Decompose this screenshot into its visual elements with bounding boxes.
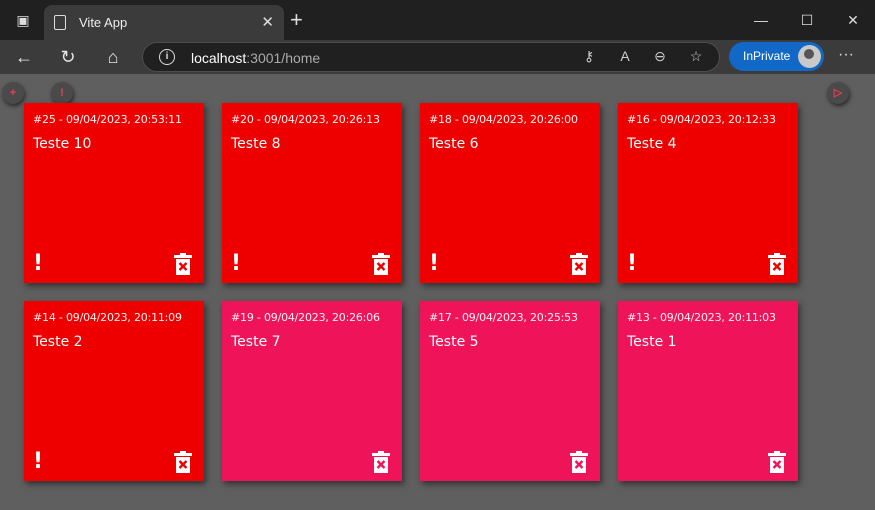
delete-note-icon[interactable] — [768, 253, 786, 275]
close-tab-icon[interactable]: ✕ — [261, 13, 274, 31]
back-icon[interactable]: ← — [10, 44, 38, 70]
url-text[interactable]: localhost:3001/home — [191, 50, 320, 66]
note-card[interactable]: #16 - 09/04/2023, 20:12:33 Teste 4! — [618, 103, 798, 283]
delete-note-icon[interactable] — [174, 451, 192, 473]
note-card[interactable]: #17 - 09/04/2023, 20:25:53 Teste 5 — [420, 301, 600, 481]
delete-note-icon[interactable] — [570, 253, 588, 275]
address-bar[interactable]: i localhost:3001/home ⚷ A ⊖ ☆ — [142, 42, 720, 72]
note-meta: #14 - 09/04/2023, 20:11:09 — [33, 311, 182, 324]
site-info-icon[interactable]: i — [159, 49, 175, 65]
home-icon[interactable]: ⌂ — [99, 44, 127, 70]
note-card[interactable]: #19 - 09/04/2023, 20:26:06 Teste 7 — [222, 301, 402, 481]
priority-icon[interactable]: ! — [231, 253, 241, 275]
maximize-button[interactable]: ☐ — [784, 0, 830, 40]
minimize-button[interactable]: — — [738, 0, 784, 40]
note-card[interactable]: #13 - 09/04/2023, 20:11:03 Teste 1 — [618, 301, 798, 481]
browser-tab-strip: ▣ Vite App ✕ + — ☐ ✕ — [0, 0, 875, 40]
browser-tab[interactable]: Vite App ✕ — [44, 5, 284, 40]
priority-filter-button[interactable]: ! — [51, 82, 73, 104]
note-meta: #17 - 09/04/2023, 20:25:53 — [429, 311, 578, 324]
note-card[interactable]: #25 - 09/04/2023, 20:53:11 Teste 10! — [24, 103, 204, 283]
note-title: Teste 1 — [627, 334, 677, 350]
priority-icon[interactable]: ! — [429, 253, 439, 275]
note-card[interactable]: #18 - 09/04/2023, 20:26:00 Teste 6! — [420, 103, 600, 283]
delete-note-icon[interactable] — [768, 451, 786, 473]
inprivate-label: InPrivate — [743, 49, 791, 63]
note-meta: #20 - 09/04/2023, 20:26:13 — [231, 113, 380, 126]
url-host: localhost — [191, 50, 247, 66]
tab-title: Vite App — [79, 15, 128, 30]
priority-icon[interactable]: ! — [627, 253, 637, 275]
delete-note-icon[interactable] — [174, 253, 192, 275]
note-meta: #18 - 09/04/2023, 20:26:00 — [429, 113, 578, 126]
refresh-icon[interactable]: ↻ — [54, 44, 82, 70]
new-tab-button[interactable]: + — [290, 8, 303, 32]
note-card[interactable]: #14 - 09/04/2023, 20:11:09 Teste 2! — [24, 301, 204, 481]
note-meta: #25 - 09/04/2023, 20:53:11 — [33, 113, 182, 126]
url-path: :3001/home — [246, 50, 321, 66]
page-icon — [54, 15, 66, 30]
close-window-button[interactable]: ✕ — [830, 0, 875, 40]
read-aloud-icon[interactable]: A — [615, 48, 635, 64]
note-title: Teste 6 — [429, 136, 479, 152]
priority-icon[interactable]: ! — [33, 451, 43, 473]
note-title: Teste 7 — [231, 334, 281, 350]
note-title: Teste 5 — [429, 334, 479, 350]
priority-icon[interactable]: ! — [33, 253, 43, 275]
note-meta: #13 - 09/04/2023, 20:11:03 — [627, 311, 776, 324]
next-page-button[interactable]: ▷ — [827, 82, 849, 104]
note-meta: #19 - 09/04/2023, 20:26:06 — [231, 311, 380, 324]
delete-note-icon[interactable] — [372, 451, 390, 473]
tab-actions-icon[interactable]: ▣ — [0, 0, 46, 40]
note-card[interactable]: #20 - 09/04/2023, 20:26:13 Teste 8! — [222, 103, 402, 283]
note-title: Teste 8 — [231, 136, 281, 152]
note-meta: #16 - 09/04/2023, 20:12:33 — [627, 113, 776, 126]
avatar — [798, 45, 821, 68]
inprivate-badge[interactable]: InPrivate — [729, 42, 824, 71]
browser-toolbar: ← ↻ ⌂ i localhost:3001/home ⚷ A ⊖ ☆ InPr… — [0, 40, 875, 74]
more-options-icon[interactable]: ··· — [838, 46, 854, 64]
delete-note-icon[interactable] — [570, 451, 588, 473]
note-title: Teste 4 — [627, 136, 677, 152]
note-title: Teste 10 — [33, 136, 92, 152]
delete-note-icon[interactable] — [372, 253, 390, 275]
note-title: Teste 2 — [33, 334, 83, 350]
zoom-icon[interactable]: ⊖ — [650, 48, 670, 65]
favorites-icon[interactable]: ☆ — [686, 48, 706, 65]
key-icon[interactable]: ⚷ — [579, 48, 599, 65]
add-note-button[interactable]: + — [2, 82, 24, 104]
